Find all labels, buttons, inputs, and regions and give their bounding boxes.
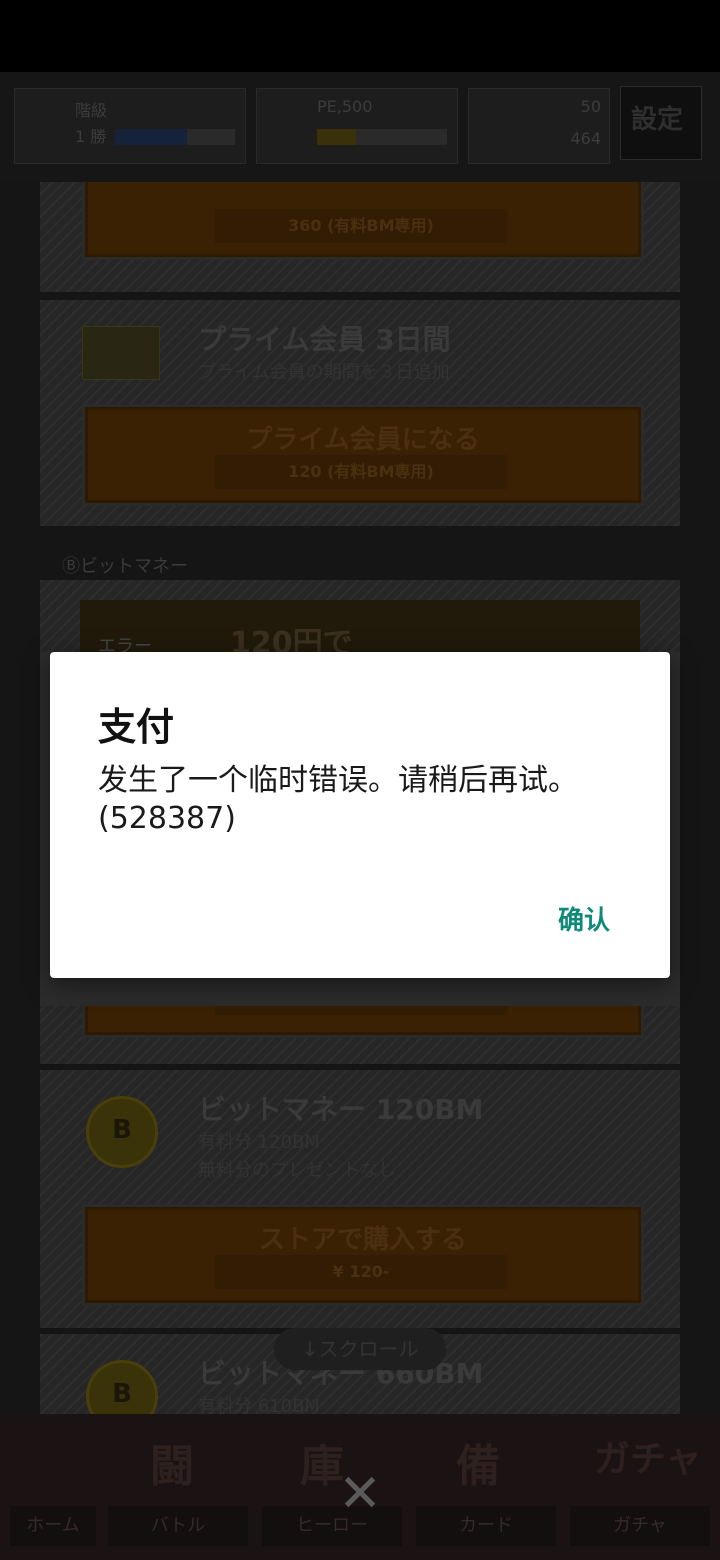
- dialog-message-code: (528387): [98, 801, 236, 836]
- dialog-message-line1: 发生了一个临时错误。请稍后再试。: [98, 763, 578, 798]
- payment-error-dialog: 支付 发生了一个临时错误。请稍后再试。 (528387) 确认: [50, 652, 670, 978]
- dialog-title: 支付: [98, 705, 175, 749]
- dialog-message: 发生了一个临时错误。请稍后再试。 (528387): [98, 762, 638, 838]
- confirm-button[interactable]: 确认: [548, 896, 620, 941]
